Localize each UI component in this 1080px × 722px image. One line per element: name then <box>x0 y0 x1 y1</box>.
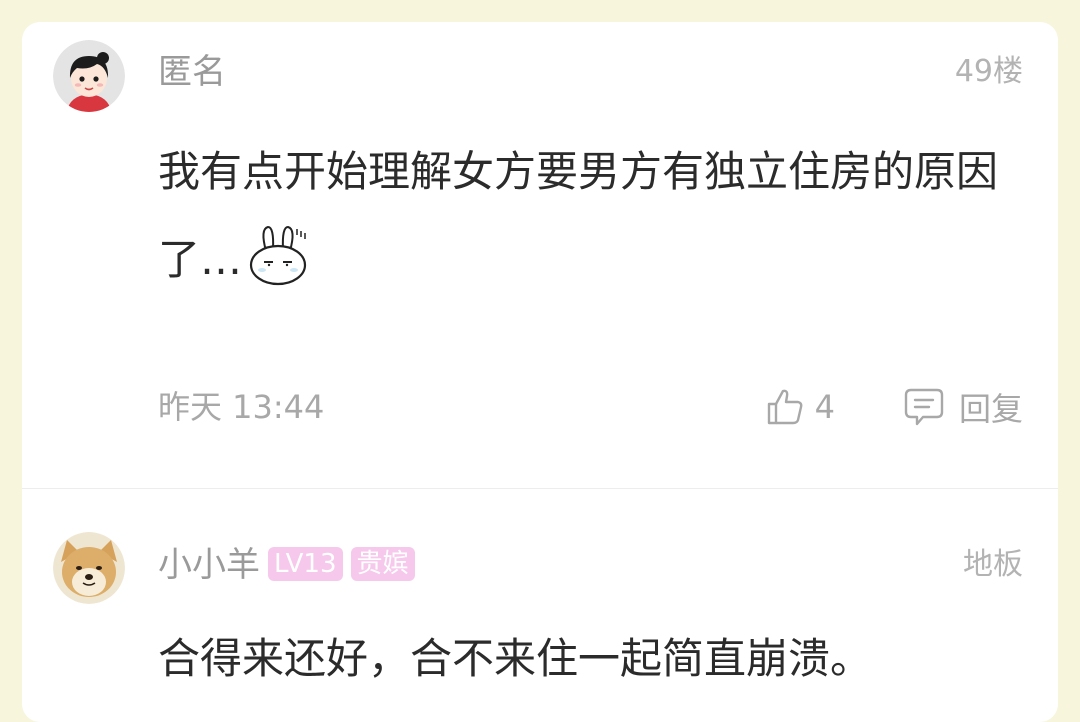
avatar[interactable] <box>53 532 125 604</box>
bunny-sweat-emoji-icon <box>246 223 310 287</box>
comment-item: 小小羊 LV13 贵嫔 地板 合得来还好，合不来住一起简直崩溃。 <box>22 489 1058 722</box>
comment-text: 我有点开始理解女方要男方有独立住房的原因了… <box>158 128 1018 304</box>
username-row: 小小羊 LV13 贵嫔 <box>158 545 415 585</box>
floor-number: 49楼 <box>954 54 1023 89</box>
reply-button[interactable]: 回复 <box>903 385 1023 429</box>
cartoon-girl-avatar-icon <box>53 40 125 112</box>
comment-meta: 昨天 13:44 4 回复 <box>158 385 1023 429</box>
comment-item: 匿名 49楼 我有点开始理解女方要男方有独立住房的原因了… 昨天 13:44 4… <box>22 22 1058 488</box>
thumbs-up-icon <box>767 389 803 425</box>
avatar[interactable] <box>53 40 125 112</box>
comment-text: 合得来还好，合不来住一起简直崩溃。 <box>158 634 873 683</box>
like-count: 4 <box>814 388 835 426</box>
timestamp: 昨天 13:44 <box>158 388 325 426</box>
like-button[interactable]: 4 <box>765 385 835 429</box>
comment-card: 匿名 49楼 我有点开始理解女方要男方有独立住房的原因了… 昨天 13:44 4… <box>22 22 1058 722</box>
shiba-dog-avatar-icon <box>53 532 125 604</box>
chat-bubble-icon <box>904 388 944 426</box>
level-badge: LV13 <box>268 546 343 581</box>
username[interactable]: 小小羊 <box>158 545 260 585</box>
floor-number: 地板 <box>963 547 1023 582</box>
reply-label: 回复 <box>958 390 1023 428</box>
rank-badge: 贵嫔 <box>350 546 415 581</box>
username[interactable]: 匿名 <box>158 52 226 92</box>
